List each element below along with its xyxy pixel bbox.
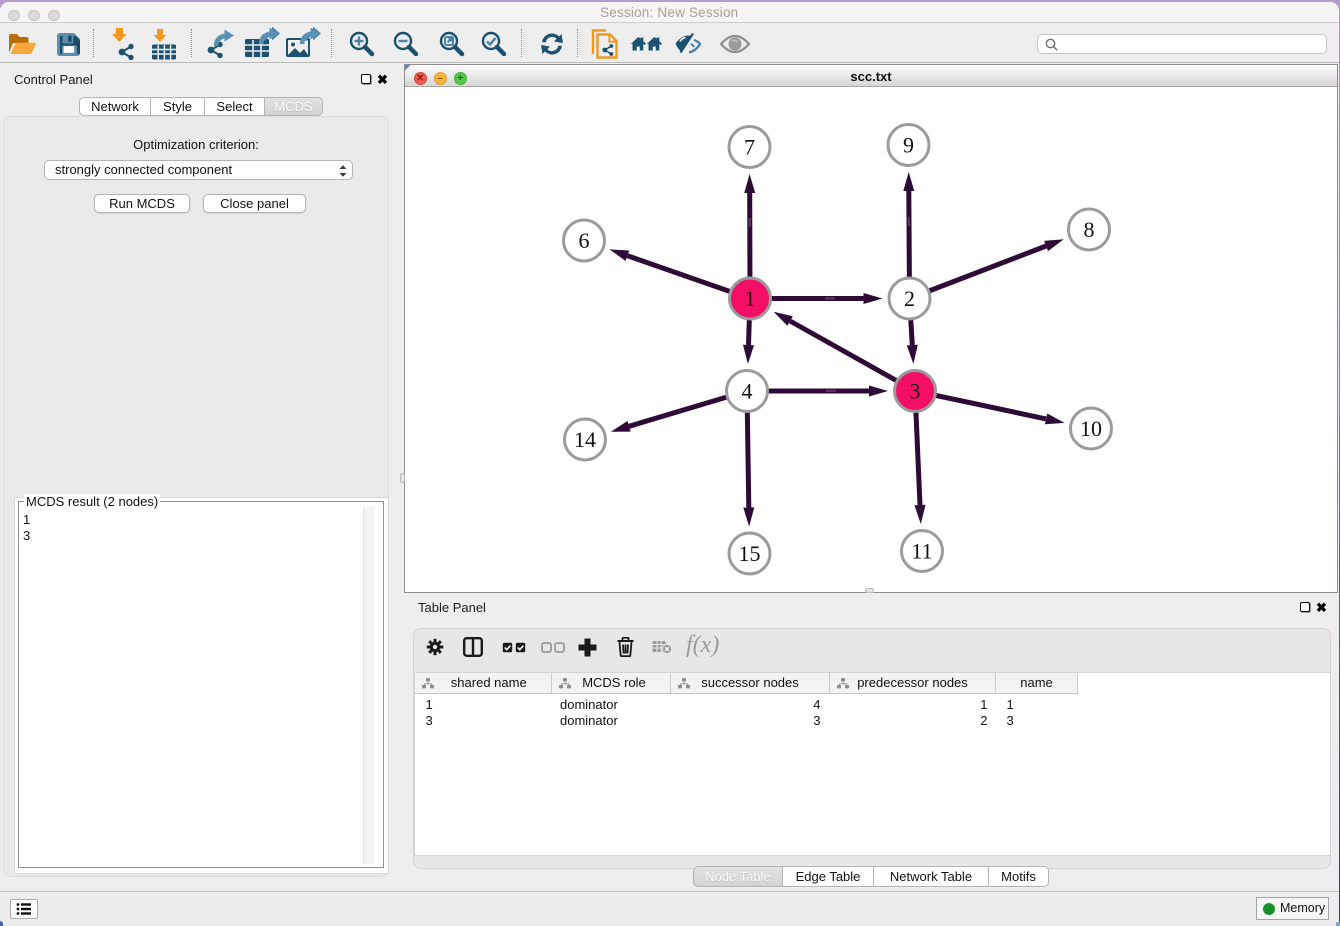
svg-text:15: 15 (739, 541, 761, 566)
svg-text:6: 6 (579, 228, 590, 253)
svg-text:3: 3 (910, 379, 921, 404)
svg-text:9: 9 (903, 133, 914, 158)
svg-text:7: 7 (744, 135, 755, 160)
svg-text:2: 2 (904, 286, 915, 311)
svg-text:10: 10 (1080, 416, 1102, 441)
svg-text:1: 1 (745, 286, 756, 311)
svg-text:8: 8 (1084, 217, 1095, 242)
svg-text:4: 4 (742, 379, 753, 404)
svg-text:14: 14 (574, 427, 596, 452)
svg-text:11: 11 (911, 539, 932, 564)
